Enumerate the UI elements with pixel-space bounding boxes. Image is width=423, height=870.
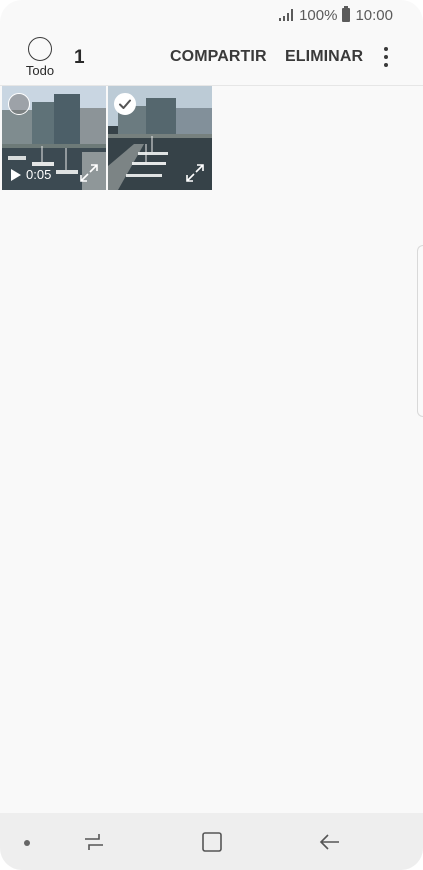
- share-button[interactable]: COMPARTIR: [170, 48, 267, 66]
- video-duration-badge: 0:05: [11, 167, 51, 182]
- play-icon: [11, 168, 21, 181]
- phone-screen: 100% 10:00 Todo 1 COMPARTIR ELIMINAR 0:0…: [0, 0, 423, 870]
- home-icon[interactable]: [200, 830, 224, 854]
- selected-check-circle[interactable]: [114, 93, 136, 115]
- signal-icon: [279, 9, 294, 21]
- photo-thumbnail[interactable]: [108, 86, 212, 190]
- more-options-icon[interactable]: [378, 44, 394, 70]
- nav-bar-hide-dot[interactable]: [24, 840, 30, 846]
- media-grid: 0:05: [2, 86, 212, 190]
- back-icon[interactable]: [318, 830, 342, 854]
- clock: 10:00: [355, 6, 393, 24]
- expand-icon[interactable]: [79, 163, 99, 183]
- selection-action-bar: Todo 1 COMPARTIR ELIMINAR: [0, 30, 423, 86]
- checkbox-circle-icon: [28, 37, 52, 61]
- check-icon: [119, 99, 131, 109]
- edge-panel-handle[interactable]: [417, 245, 423, 417]
- navigation-bar: [0, 813, 423, 870]
- selected-count: 1: [74, 47, 85, 68]
- status-bar: 100% 10:00: [0, 0, 423, 30]
- unselected-circle-icon[interactable]: [8, 93, 30, 115]
- expand-icon[interactable]: [185, 163, 205, 183]
- delete-button[interactable]: ELIMINAR: [285, 48, 363, 66]
- recents-icon[interactable]: [82, 830, 106, 854]
- select-all-label: Todo: [25, 63, 55, 78]
- video-thumbnail[interactable]: 0:05: [2, 86, 106, 190]
- video-duration: 0:05: [26, 167, 52, 182]
- select-all-checkbox[interactable]: Todo: [22, 37, 58, 78]
- battery-percent: 100%: [299, 6, 338, 24]
- battery-icon: [342, 6, 351, 22]
